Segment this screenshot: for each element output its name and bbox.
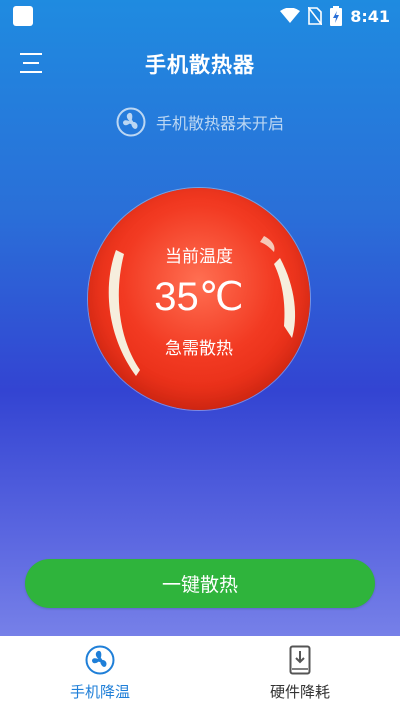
app-bar: 手机散热器 — [0, 36, 400, 92]
battery-icon — [330, 6, 343, 26]
tab-label: 硬件降耗 — [269, 683, 330, 701]
temperature-orb: 当前温度 35℃ 急需散热 — [88, 188, 310, 410]
clock: 8:41 — [350, 6, 390, 26]
menu-icon — [20, 53, 42, 55]
no-sim-icon — [308, 7, 323, 25]
fan-status: 手机散热器未开启 — [0, 104, 400, 140]
tab-hardware-saving[interactable]: 硬件降耗 — [200, 636, 400, 711]
temperature-value: 35℃ — [154, 275, 244, 319]
bottom-tab-bar: 手机降温 硬件降耗 — [0, 636, 400, 711]
tab-label: 手机降温 — [69, 683, 130, 701]
notification-icon — [13, 6, 33, 26]
tab-phone-cooling[interactable]: 手机降温 — [0, 636, 200, 711]
phone-download-icon — [284, 644, 316, 676]
wifi-icon — [280, 8, 301, 23]
menu-button[interactable] — [20, 53, 44, 75]
temperature-label: 当前温度 — [165, 247, 233, 267]
fan-status-text: 手机散热器未开启 — [155, 114, 284, 133]
page-title: 手机散热器 — [145, 53, 255, 77]
fan-icon — [84, 644, 116, 676]
status-indicators: 8:41 — [280, 6, 390, 26]
status-bar: 8:41 — [0, 0, 400, 32]
fan-icon — [116, 107, 146, 137]
temperature-status: 急需散热 — [165, 339, 233, 359]
one-click-cool-button[interactable]: 一键散热 — [25, 559, 375, 608]
